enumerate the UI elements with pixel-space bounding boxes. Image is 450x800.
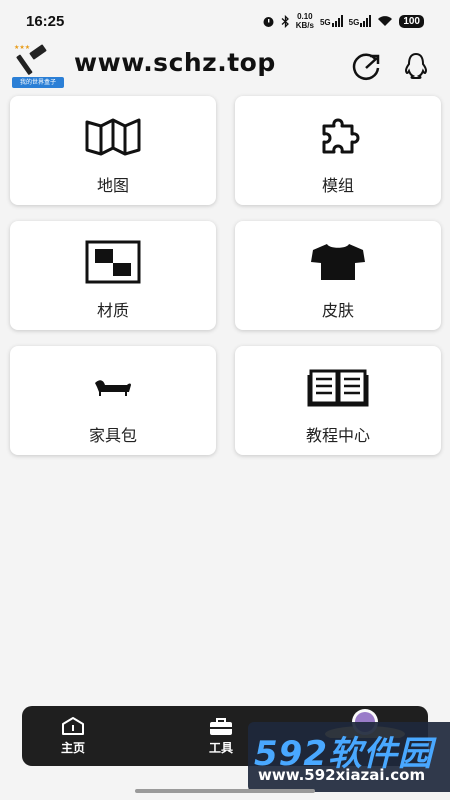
card-label: 教程中心 bbox=[305, 426, 370, 445]
home-icon bbox=[62, 717, 84, 735]
texture-icon bbox=[85, 240, 141, 284]
card-label: 家具包 bbox=[88, 426, 137, 445]
watermark-overlay: 592软件园 www.592xiazai.com bbox=[248, 722, 450, 792]
card-texture[interactable]: 材质 bbox=[10, 221, 216, 330]
toolbox-icon bbox=[210, 718, 232, 735]
signal-bars-1 bbox=[331, 15, 343, 27]
card-mod[interactable]: 模组 bbox=[235, 96, 441, 205]
map-icon bbox=[85, 118, 141, 156]
card-map[interactable]: 地图 bbox=[10, 96, 216, 205]
qq-penguin-icon bbox=[404, 52, 428, 79]
net-speed-unit: KB/s bbox=[295, 21, 314, 30]
tab-label: 工具 bbox=[208, 741, 233, 755]
card-furniture[interactable]: 家具包 bbox=[10, 346, 216, 455]
share-icon bbox=[352, 53, 380, 80]
app-logo[interactable]: ★★★ 我的世界盒子 bbox=[12, 40, 64, 88]
category-grid: 地图 模组 材质 皮肤 家具包 教程中心 bbox=[10, 96, 441, 455]
card-label: 皮肤 bbox=[321, 301, 354, 320]
sim2-label: 5G bbox=[348, 18, 360, 27]
battery-indicator: 100 bbox=[399, 14, 424, 28]
sofa-icon bbox=[95, 380, 131, 396]
watermark-url: www.592xiazai.com bbox=[258, 766, 426, 784]
share-button[interactable] bbox=[348, 50, 384, 82]
status-time: 16:25 bbox=[26, 12, 65, 30]
hammer-icon: ★★★ bbox=[14, 44, 47, 75]
net-speed-value: 0.10 bbox=[297, 12, 313, 21]
svg-text:★★★: ★★★ bbox=[14, 44, 30, 51]
tab-home[interactable]: 主页 bbox=[60, 716, 86, 756]
tshirt-icon bbox=[311, 244, 365, 280]
signal-bars-2 bbox=[360, 15, 372, 27]
signal-1: 5G bbox=[320, 15, 343, 27]
card-skin[interactable]: 皮肤 bbox=[235, 221, 441, 330]
wifi-icon bbox=[378, 16, 393, 26]
alarm-icon bbox=[263, 16, 274, 27]
app-header: ★★★ 我的世界盒子 www.schz.top bbox=[0, 36, 450, 92]
card-label: 模组 bbox=[321, 176, 354, 195]
sim1-label: 5G bbox=[319, 18, 331, 27]
status-icons: 0.10 KB/s 5G 5G 100 bbox=[262, 12, 424, 30]
card-label: 材质 bbox=[96, 301, 129, 320]
book-icon bbox=[307, 369, 369, 407]
bluetooth-icon bbox=[281, 14, 289, 28]
card-label: 地图 bbox=[96, 176, 129, 195]
site-url: www.schz.top bbox=[74, 48, 276, 77]
qq-button[interactable] bbox=[398, 50, 434, 82]
tab-label: 主页 bbox=[60, 741, 85, 755]
logo-caption: 我的世界盒子 bbox=[12, 77, 64, 88]
tab-tools[interactable]: 工具 bbox=[208, 716, 234, 756]
card-tutorial[interactable]: 教程中心 bbox=[235, 346, 441, 455]
puzzle-icon bbox=[322, 118, 360, 154]
net-speed: 0.10 KB/s bbox=[296, 12, 314, 30]
home-indicator[interactable] bbox=[135, 789, 315, 793]
signal-2: 5G bbox=[349, 15, 372, 27]
